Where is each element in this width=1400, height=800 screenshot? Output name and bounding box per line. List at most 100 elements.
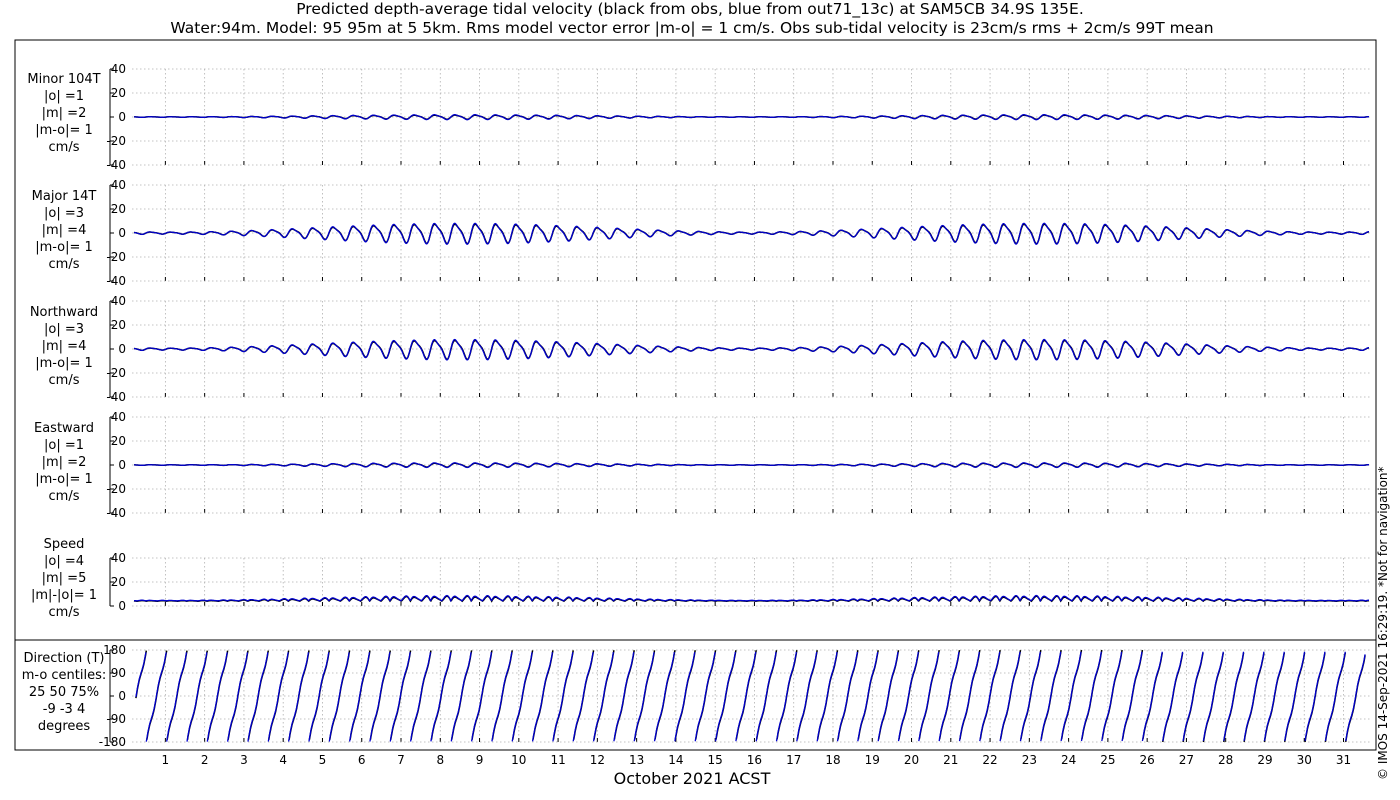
figure-title-line1: Predicted depth-average tidal velocity (… xyxy=(296,0,1084,19)
series-model xyxy=(134,594,1369,603)
x-tick-label: 7 xyxy=(397,753,405,767)
y-tick-label: 0 xyxy=(118,342,126,356)
panel-label-line: cm/s xyxy=(49,140,80,155)
panel-label-line: |o| =1 xyxy=(44,438,84,453)
x-axis-label: October 2021 ACST xyxy=(614,769,771,788)
y-tick-label: -90 xyxy=(106,712,126,726)
y-tick-label: 0 xyxy=(118,599,126,613)
y-tick-label: -20 xyxy=(106,250,126,264)
upper-panel-frame xyxy=(14,39,1377,641)
y-tick-label: 20 xyxy=(111,434,126,448)
x-tick-label: 31 xyxy=(1336,753,1351,767)
y-tick-label: 40 xyxy=(111,178,126,192)
y-tick-label: -20 xyxy=(106,366,126,380)
panel-minor: 40 20 0 -20 -40 Minor 104T |o| =1 |m| =2 |m-o|= … xyxy=(27,62,1371,172)
x-tick-label: 10 xyxy=(511,753,526,767)
x-tick-label: 25 xyxy=(1100,753,1115,767)
panel-northward: 40 20 0 -20 -40 Northward |o| =3 |m| =4 |m-o|= 1… xyxy=(30,294,1371,404)
panel-label-line: -9 -3 4 xyxy=(43,702,85,717)
x-tick-label: 16 xyxy=(747,753,762,767)
y-tick-label: 40 xyxy=(111,294,126,308)
panel-label-line: |m| =4 xyxy=(42,223,87,238)
figure-title-line2: Water:94m. Model: 95 95m at 5 5km. Rms m… xyxy=(170,19,1213,37)
x-tick-label: 30 xyxy=(1297,753,1312,767)
y-tick-label: -40 xyxy=(106,274,126,288)
panel-label-line: |o| =3 xyxy=(44,206,84,221)
panel-label-line: |m| =4 xyxy=(42,339,87,354)
y-tick-label: 20 xyxy=(111,318,126,332)
panel-eastward: 40 20 0 -20 -40 Eastward |o| =1 |m| =2 |m-o|= 1 c… xyxy=(34,410,1371,520)
x-tick-label: 3 xyxy=(240,753,248,767)
y-tick-label: 20 xyxy=(111,575,126,589)
panel-label-line: Direction (T) xyxy=(24,651,105,666)
x-tick-label: 20 xyxy=(904,753,919,767)
x-tick-label: 15 xyxy=(708,753,723,767)
y-tick-label: 0 xyxy=(118,110,126,124)
y-tick-label: 0 xyxy=(118,226,126,240)
y-tick-label: 40 xyxy=(111,551,126,565)
x-tick-label: 5 xyxy=(319,753,327,767)
panel-label-line: Eastward xyxy=(34,421,94,436)
x-tick-label: 14 xyxy=(668,753,683,767)
panel-label-line: Minor 104T xyxy=(27,72,100,87)
x-tick-label: 13 xyxy=(629,753,644,767)
x-tick-label: 26 xyxy=(1140,753,1155,767)
panel-label-line: |m| =2 xyxy=(42,455,87,470)
panel-label-line: Speed xyxy=(44,537,85,552)
x-tick-label: 8 xyxy=(436,753,444,767)
y-tick-label: 90 xyxy=(111,666,126,680)
panel-major: 40 20 0 -20 -40 Major 14T |o| =3 |m| =4 |m-o|= 1… xyxy=(32,178,1371,288)
x-tick-label: 23 xyxy=(1022,753,1037,767)
x-tick-label: 9 xyxy=(476,753,484,767)
panel-label-line: |m-o|= 1 xyxy=(35,240,93,255)
x-tick-label: 24 xyxy=(1061,753,1076,767)
panel-label-line: cm/s xyxy=(49,373,80,388)
series-model xyxy=(133,222,1369,245)
panel-label-line: |m-o|= 1 xyxy=(35,123,93,138)
x-tick-label: 18 xyxy=(825,753,840,767)
panel-label-line: |o| =3 xyxy=(44,322,84,337)
x-tick-label: 17 xyxy=(786,753,801,767)
x-tick-label: 22 xyxy=(982,753,997,767)
series-model xyxy=(133,338,1369,361)
panel-label-line: |m|-|o|= 1 xyxy=(31,588,97,603)
x-tick-label: 12 xyxy=(590,753,605,767)
y-tick-label: 0 xyxy=(118,458,126,472)
panel-label-line: Northward xyxy=(30,305,98,320)
x-tick-label: 28 xyxy=(1218,753,1233,767)
y-tick-label: 40 xyxy=(111,410,126,424)
y-tick-label: -40 xyxy=(106,506,126,520)
y-tick-label: 0 xyxy=(118,689,126,703)
x-tick-label: 29 xyxy=(1257,753,1272,767)
x-tick-label: 27 xyxy=(1179,753,1194,767)
panel-speed: 40 20 0 Speed |o| =4 |m| =5 |m|-|o|= 1 cm/s xyxy=(31,537,1371,620)
copyright-notice: © IMOS 14-Sep-2021 16:29:19. *Not for na… xyxy=(1376,466,1390,780)
x-tick-label: 1 xyxy=(162,753,170,767)
panel-label-line: cm/s xyxy=(49,605,80,620)
x-tick-label: 21 xyxy=(943,753,958,767)
chart-panels: 40200-20-40Minor 104T|o| =1|m| =2|m-o|= … xyxy=(22,62,1371,767)
x-tick-label: 4 xyxy=(279,753,287,767)
y-tick-label: -40 xyxy=(106,158,126,172)
panel-label-line: Major 14T xyxy=(32,189,97,204)
y-tick-label: -20 xyxy=(106,482,126,496)
y-tick-label: -20 xyxy=(106,134,126,148)
y-tick-label: -40 xyxy=(106,390,126,404)
panel-label-line: |m| =5 xyxy=(42,571,87,586)
panel-label-line: |m-o|= 1 xyxy=(35,356,93,371)
lower-panel-frame xyxy=(14,639,1377,751)
panel-label-line: |m| =2 xyxy=(42,106,87,121)
tidal-velocity-figure: Predicted depth-average tidal velocity (… xyxy=(14,0,1390,788)
panel-label-line: |o| =1 xyxy=(44,89,84,104)
x-tick-label: 6 xyxy=(358,753,366,767)
panel-label-line: 25 50 75% xyxy=(29,685,99,700)
panel-label-line: cm/s xyxy=(49,489,80,504)
y-tick-label: 40 xyxy=(111,62,126,76)
y-tick-label: 180 xyxy=(103,643,126,657)
x-tick-label: 11 xyxy=(550,753,565,767)
y-tick-label: -180 xyxy=(99,735,126,749)
panel-label-line: m-o centiles: xyxy=(22,668,107,683)
panel-label-line: |o| =4 xyxy=(44,554,84,569)
panel-direction: 180 90 0 -90 -180 Direction (T) m-o centiles: 2… xyxy=(22,643,1371,767)
panel-label-line: cm/s xyxy=(49,257,80,272)
